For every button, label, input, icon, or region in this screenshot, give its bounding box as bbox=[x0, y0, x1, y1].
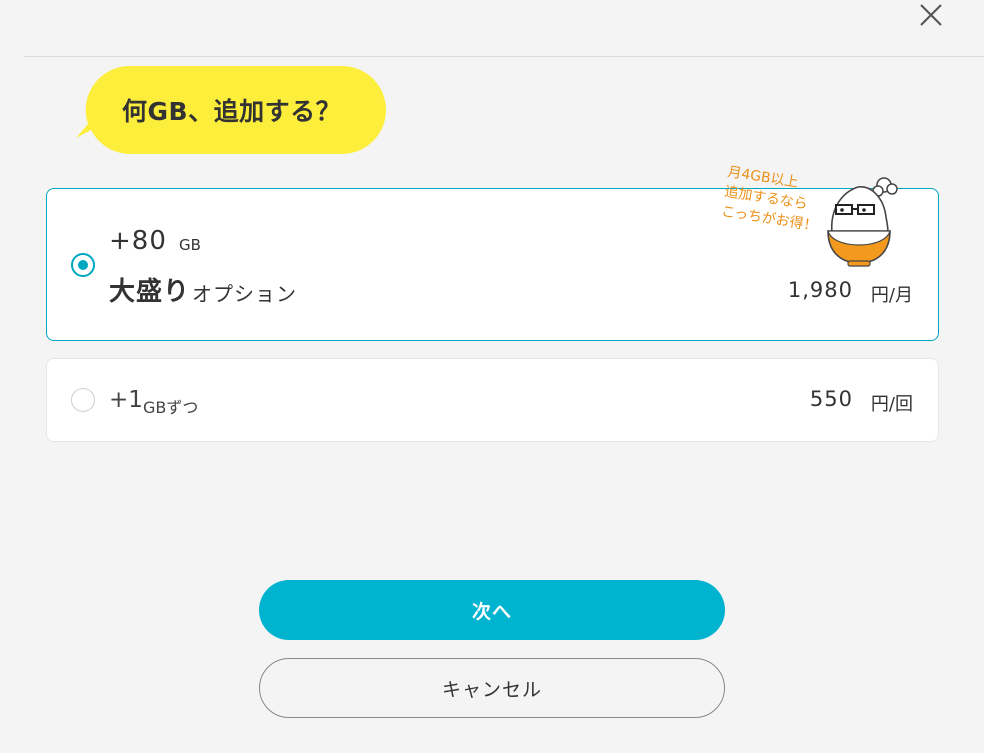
option-amount: +1 bbox=[109, 387, 143, 413]
radio-unselected[interactable] bbox=[71, 388, 95, 412]
question-heading: 何GB、追加する？ bbox=[122, 97, 342, 126]
option-1gb-each[interactable]: +1 GBずつ 550 円/回 bbox=[46, 358, 939, 442]
close-icon bbox=[920, 4, 942, 26]
promo-callout: 月4GB以上 追加するなら こっちがお得！ bbox=[717, 162, 832, 257]
plan-name: 大盛り bbox=[109, 277, 191, 307]
close-button[interactable] bbox=[916, 0, 946, 30]
header-divider bbox=[24, 56, 984, 57]
radio-selected[interactable] bbox=[71, 253, 95, 277]
option-price-unit: 円/回 bbox=[870, 394, 913, 415]
rice-bowl-mascot-icon bbox=[827, 177, 898, 267]
option-price: 550 bbox=[809, 387, 853, 411]
option-unit: GB bbox=[179, 236, 201, 254]
next-button[interactable]: 次へ bbox=[259, 580, 725, 640]
plan-name-suffix: オプション bbox=[192, 282, 297, 306]
option-price: 1,980 bbox=[787, 278, 853, 302]
cancel-button[interactable]: キャンセル bbox=[259, 658, 725, 718]
option-amount: +80 bbox=[109, 226, 167, 256]
option-price-unit: 円/月 bbox=[870, 285, 913, 306]
option-unit: GBずつ bbox=[143, 398, 199, 417]
